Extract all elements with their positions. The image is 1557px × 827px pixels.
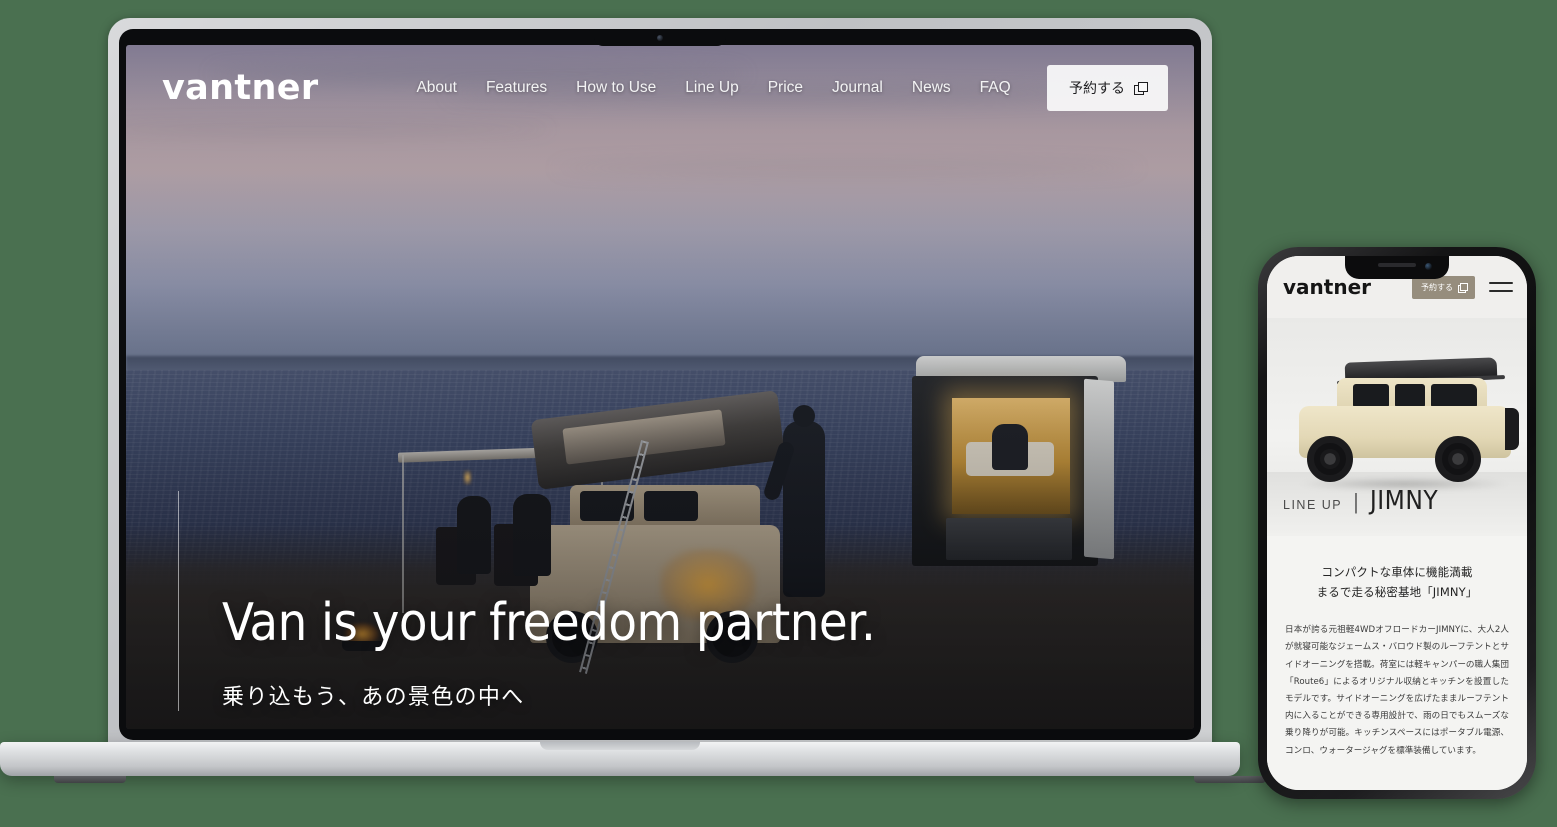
nav-item-price[interactable]: Price [768,79,803,97]
nav-item-how-to-use[interactable]: How to Use [576,79,656,97]
mobile-lead-copy: コンパクトな車体に機能満載 まるで走る秘密基地「JIMNY」 [1285,562,1509,602]
nav-item-about[interactable]: About [416,79,457,97]
phone-frame: vantner 予約する LINE UP | JIMNY コンパクトな車体に機能… [1258,247,1536,799]
mobile-lineup-hero: LINE UP | JIMNY [1267,318,1527,536]
front-camera-icon [1425,263,1432,270]
spare-tire [1505,408,1519,450]
reservation-button[interactable]: 予約する [1047,65,1168,111]
mobile-lead-line-1: コンパクトな車体に機能満載 [1321,565,1473,579]
hamburger-line [1489,290,1513,292]
phone-notch [1345,256,1449,279]
vehicle-wheel [1307,436,1353,482]
site-logo[interactable]: vantner [162,68,318,108]
vehicle-wheel [1435,436,1481,482]
primary-navigation: About Features How to Use Line Up Price … [416,79,1010,97]
laptop-camera-notch [594,29,726,46]
laptop-foot [1194,776,1266,783]
hamburger-menu-icon[interactable] [1489,282,1513,292]
hamburger-line [1489,282,1513,284]
mobile-description-paragraph: 日本が誇る元祖軽4WDオフロードカーJIMNYに、大人2人が就寝可能なジェームス… [1285,625,1509,756]
reservation-button-label: 予約する [1069,81,1125,97]
hero-copy: Van is your freedom partner. 乗り込もう、あの景色の… [178,491,876,711]
external-link-icon [1458,283,1468,293]
laptop-base-notch [540,742,700,750]
jimny-product-image [1293,357,1519,490]
nav-item-faq[interactable]: FAQ [980,79,1011,97]
screenshot-stage: vantner About Features How to Use Line U… [0,0,1557,827]
external-link-icon [1134,82,1148,95]
laptop-bezel: vantner About Features How to Use Line U… [119,29,1201,740]
lineup-title: LINE UP | JIMNY [1283,486,1438,516]
vehicle-window [1431,384,1477,408]
hero-vertical-rule [178,491,179,711]
vehicle-window [1395,384,1425,408]
mobile-reservation-button-label: 予約する [1421,282,1453,292]
laptop-base [0,742,1240,776]
nav-item-journal[interactable]: Journal [832,79,883,97]
site-header: vantner About Features How to Use Line U… [126,45,1194,131]
nav-item-line-up[interactable]: Line Up [685,79,738,97]
lineup-separator: | [1353,489,1359,514]
laptop-foot [54,776,126,783]
phone-device-mockup: vantner 予約する LINE UP | JIMNY コンパクトな車体に機能… [1258,247,1536,799]
laptop-device-mockup: vantner About Features How to Use Line U… [0,18,1266,808]
nav-item-features[interactable]: Features [486,79,547,97]
phone-screen: vantner 予約する LINE UP | JIMNY コンパクトな車体に機能… [1267,256,1527,790]
lineup-label: LINE UP [1283,498,1343,512]
earpiece-speaker-icon [1378,263,1416,267]
laptop-lid: vantner About Features How to Use Line U… [108,18,1212,750]
vehicle-window [1353,384,1389,408]
nav-item-news[interactable]: News [912,79,951,97]
hero-subheadline: 乗り込もう、あの景色の中へ [222,685,525,710]
laptop-screen: vantner About Features How to Use Line U… [126,45,1194,729]
mobile-content: コンパクトな車体に機能満載 まるで走る秘密基地「JIMNY」 日本が誇る元祖軽4… [1267,536,1527,790]
webcam-icon [657,35,663,41]
hero-headline: Van is your freedom partner. [222,593,876,653]
lineup-model-name: JIMNY [1369,486,1439,516]
mobile-lead-line-2: まるで走る秘密基地「JIMNY」 [1316,585,1478,600]
